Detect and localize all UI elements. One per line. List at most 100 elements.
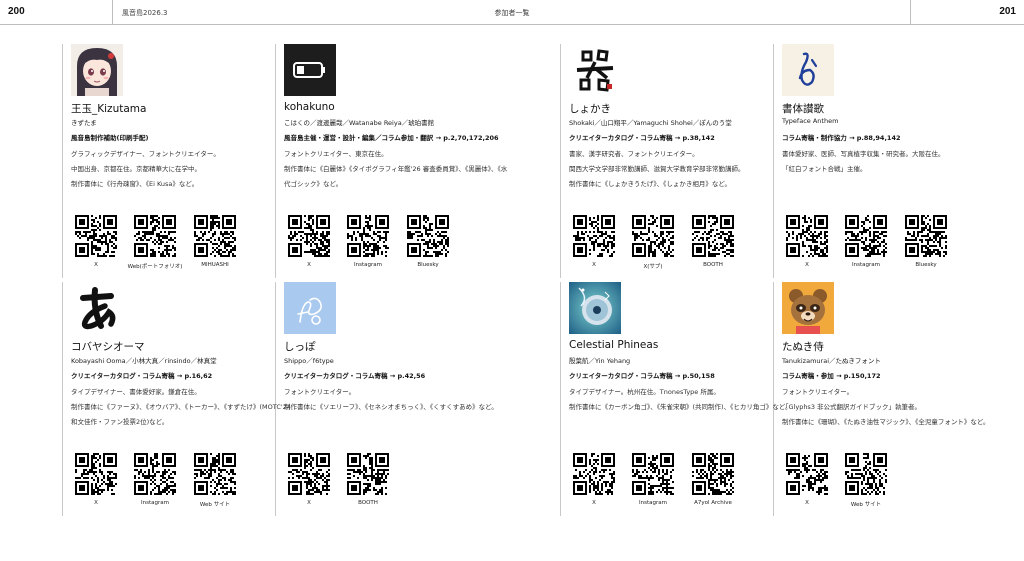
qr-code[interactable] — [347, 215, 389, 257]
qr-code[interactable] — [75, 453, 117, 495]
participant-role: クリエイターカタログ・コラム寄稿 → p.38,142 — [569, 134, 715, 142]
participant-name: しっぽ — [284, 341, 316, 353]
participant-card: kohakuno こはくの／渡邊麗哉／Watanabe Reiya／琥珀書館 風… — [275, 44, 508, 278]
participant-role: 風音島制作補助(印刷手配) — [71, 134, 149, 142]
participant-name: 王玉_Kizutama — [71, 103, 147, 115]
participant-role: コラム寄稿・参加 → p.150,172 — [782, 372, 881, 380]
participant-name: コバヤシオーマ — [71, 341, 145, 353]
handwritten-logo — [782, 44, 834, 96]
participant-bio: グラフィックデザイナー、フォントクリエイター。 中国出身、京都在住。京都精華大に… — [71, 147, 266, 192]
qr-label: BOOTH — [358, 500, 378, 506]
page-header: 200 風音島2026.3 参加者一覧 201 — [0, 0, 1024, 25]
cd-artwork — [569, 282, 621, 334]
bio-line: 制作書体に《珊瑚》、《たぬき油性マジック》、《全児童フォント》など。 — [782, 418, 990, 426]
section-title: 参加者一覧 — [494, 9, 530, 17]
participant-name: たぬき侍 — [782, 341, 824, 353]
participant-bio: 書家、漢字研究者、フォントクリエイター。 関西大学文学部非常勤講師、滋賀大学教育… — [569, 147, 764, 192]
participant-card: しょかき Shokaki／山口翔平／Yamaguchi Shohei／ぽんのう堂… — [560, 44, 765, 278]
qr-label: A7yol Archive — [694, 500, 732, 506]
participant-reading: 殷葉航／Yin Yehang — [569, 357, 631, 365]
bio-line: 「Glyphs3 非公式翻訳ガイドブック」執筆者。 — [782, 403, 922, 411]
qr-code[interactable] — [632, 453, 674, 495]
bio-line: 「紅白フォント合戦」主催。 — [782, 165, 867, 173]
qr-code[interactable] — [786, 215, 828, 257]
qr-code[interactable] — [905, 215, 947, 257]
participant-role: 風音島主催・運営・設計・編集／コラム参加・翻訳 → p.2,70,172,206 — [284, 134, 499, 142]
tanuki-avatar — [782, 282, 834, 334]
battery-icon — [284, 44, 336, 96]
qr-code[interactable] — [692, 215, 734, 257]
participant-bio: 書体愛好家、医師、写真植字収集・研究者。大阪在住。 「紅白フォント合戦」主催。 — [782, 147, 977, 177]
participant-name: しょかき — [569, 103, 611, 115]
bio-line: 制作書体に《カーボン角ゴ》、《朱雀宋朝》(共同制作)、《ヒカリ角ゴ》など。 — [569, 403, 792, 411]
bio-line: 制作書体に《しょかきうたげ》、《しょかき相月》など。 — [569, 180, 732, 188]
participant-name: Celestial Phineas — [569, 339, 659, 351]
qr-code[interactable] — [194, 215, 236, 257]
qr-label: Web サイト — [199, 502, 231, 508]
qr-code[interactable] — [288, 453, 330, 495]
page-number-right: 201 — [999, 6, 1016, 17]
bio-line: 制作書体に《ファーヌ》、《オウバア》、《トーカー》、《すずたけ》(MOTC'24 — [71, 403, 291, 411]
qr-code[interactable] — [573, 215, 615, 257]
bio-line: タイプデザイナー、書体愛好家。鎌倉在住。 — [71, 388, 201, 396]
bio-line: 書体愛好家、医師、写真植字収集・研究者。大阪在住。 — [782, 150, 945, 158]
bio-line: フォントクリエイター。 — [284, 388, 356, 396]
qr-code[interactable] — [75, 215, 117, 257]
participant-bio: フォントクリエイター。 「Glyphs3 非公式翻訳ガイドブック」執筆者。 制作… — [782, 385, 990, 430]
qr-code[interactable] — [194, 453, 236, 495]
qr-code[interactable] — [845, 453, 887, 495]
bio-line: 中国出身、京都在住。京都精華大に在学中。 — [71, 165, 201, 173]
qr-label: Bluesky — [417, 262, 439, 268]
qr-code[interactable] — [347, 453, 389, 495]
hiragana-a-logo — [71, 282, 123, 334]
participant-card: 書体讃歌 Typeface Anthem コラム寄稿・制作協力 → p.88,9… — [773, 44, 978, 278]
qr-code[interactable] — [573, 453, 615, 495]
bio-line: 制作書体に《ソエリーフ》、《セネシオまちっく》、《くすくすあめ》など。 — [284, 403, 498, 411]
participant-role: クリエイターカタログ・コラム寄稿 → p.42,56 — [284, 372, 426, 380]
anime-girl-avatar — [71, 44, 123, 96]
participant-card: たぬき侍 Tanukizamurai／たぬきフォント コラム寄稿・参加 → p.… — [773, 282, 990, 516]
qr-code[interactable] — [786, 453, 828, 495]
qr-label: Bluesky — [915, 262, 937, 268]
bio-line: 関西大学文学部非常勤講師、滋賀大学教育学部非常勤講師。 — [569, 165, 745, 173]
qr-label: Web サイト — [850, 502, 882, 508]
qr-label: MIHUASHI — [201, 262, 229, 268]
bio-line: フォントクリエイター、東京在住。 — [284, 150, 388, 158]
participant-reading: Shippo／f6type — [284, 357, 334, 365]
participant-card: Celestial Phineas 殷葉航／Yin Yehang クリエイターカ… — [560, 282, 792, 516]
calligraphy-logo — [569, 44, 621, 96]
bio-line: 制作書体に《白麗体》《タイポグラフィ年鑑'26 審査委員賞》、《黒麗体》、《水 — [284, 165, 508, 173]
qr-code[interactable] — [134, 215, 176, 257]
qr-code[interactable] — [692, 453, 734, 495]
fo-logo — [284, 282, 336, 334]
participant-card: しっぽ Shippo／f6type クリエイターカタログ・コラム寄稿 → p.4… — [275, 282, 498, 516]
participant-reading: Kobayashi Ooma／小林大真／rinsindo／林真堂 — [71, 357, 217, 365]
bio-line: 代ゴシック》など。 — [284, 180, 343, 188]
bio-line: 制作書体に《行舟疎窗》、《Ei Kusa》など。 — [71, 180, 199, 188]
header-divider — [910, 0, 911, 25]
qr-code[interactable] — [632, 215, 674, 257]
bio-line: フォントクリエイター。 — [782, 388, 854, 396]
bio-line: 和文佳作・ファン投票2位)など。 — [71, 418, 169, 426]
participant-name: kohakuno — [284, 101, 335, 113]
participant-role: クリエイターカタログ・コラム寄稿 → p.16,62 — [71, 372, 213, 380]
bio-line: 書家、漢字研究者、フォントクリエイター。 — [569, 150, 699, 158]
participant-reading: Tanukizamurai／たぬきフォント — [782, 357, 881, 365]
qr-code[interactable] — [134, 453, 176, 495]
qr-code[interactable] — [288, 215, 330, 257]
participant-bio: フォントクリエイター、東京在住。 制作書体に《白麗体》《タイポグラフィ年鑑'26… — [284, 147, 508, 192]
qr-code[interactable] — [845, 215, 887, 257]
qr-code[interactable] — [407, 215, 449, 257]
participant-role: コラム寄稿・制作協力 → p.88,94,142 — [782, 134, 901, 142]
participant-bio: タイプデザイナー。杭州在住。TnonesType 所属。 制作書体に《カーボン角… — [569, 385, 792, 415]
qr-label: BOOTH — [703, 262, 723, 268]
bio-line: グラフィックデザイナー、フォントクリエイター。 — [71, 150, 220, 158]
participant-reading: Shokaki／山口翔平／Yamaguchi Shohei／ぽんのう堂 — [569, 119, 732, 127]
participant-card: コバヤシオーマ Kobayashi Ooma／小林大真／rinsindo／林真堂… — [62, 282, 291, 516]
participant-card: 王玉_Kizutama きずたま 風音島制作補助(印刷手配) グラフィックデザイ… — [62, 44, 267, 278]
participant-bio: フォントクリエイター。 制作書体に《ソエリーフ》、《セネシオまちっく》、《くすく… — [284, 385, 498, 415]
participant-bio: タイプデザイナー、書体愛好家。鎌倉在住。 制作書体に《ファーヌ》、《オウバア》、… — [71, 385, 291, 430]
participant-role: クリエイターカタログ・コラム寄稿 → p.50,158 — [569, 372, 715, 380]
participant-name: 書体讃歌 — [782, 103, 824, 115]
participant-reading: きずたま — [71, 119, 97, 127]
